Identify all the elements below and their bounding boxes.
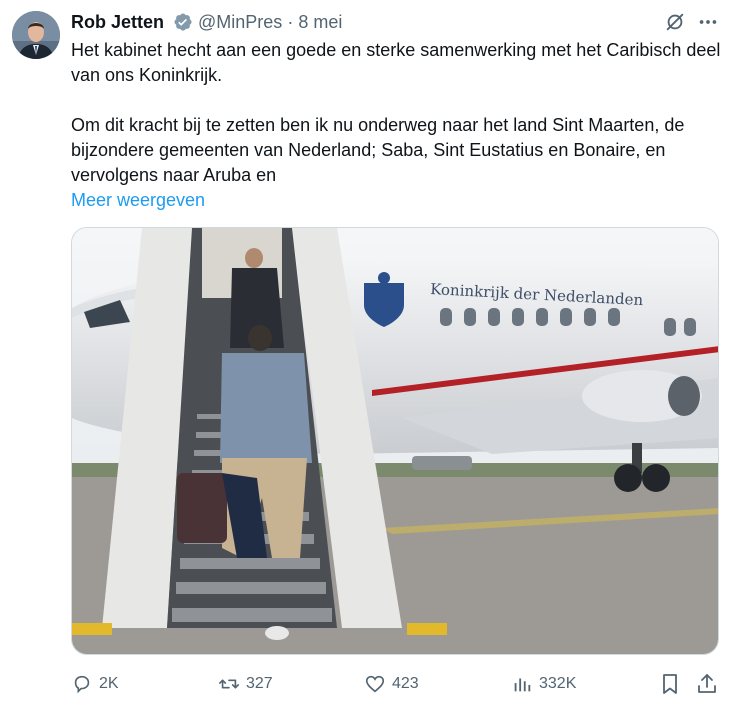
repost-count: 327 xyxy=(246,675,273,692)
show-more-link[interactable]: Meer weergeven xyxy=(71,188,205,212)
tweet-date[interactable]: 8 mei xyxy=(298,12,342,32)
author-handle[interactable]: @MinPres xyxy=(198,12,282,32)
meta-separator: · xyxy=(287,12,294,32)
repost-icon xyxy=(219,679,239,689)
like-button[interactable]: 423 xyxy=(364,672,419,696)
reply-icon xyxy=(74,675,90,694)
heart-icon xyxy=(365,675,385,693)
more-options-icon[interactable] xyxy=(697,11,719,33)
verified-badge-icon xyxy=(173,12,193,32)
reply-count: 2K xyxy=(99,675,119,692)
share-icon[interactable] xyxy=(695,672,719,696)
views-button[interactable]: 332K xyxy=(511,672,576,696)
bookmark-icon[interactable] xyxy=(658,672,682,696)
tweet-image[interactable]: Koninkrijk der Nederlanden xyxy=(71,227,719,655)
tweet-text: Het kabinet hecht aan een goede en sterk… xyxy=(71,40,721,185)
views-icon xyxy=(514,678,531,692)
profile-photo xyxy=(12,11,60,59)
reply-button[interactable]: 2K xyxy=(71,672,119,696)
author-name[interactable]: Rob Jetten xyxy=(71,11,164,33)
like-count: 423 xyxy=(392,675,419,692)
action-bar: 2K 327 423 332K xyxy=(71,672,721,696)
tweet-header: Rob Jetten @MinPres · 8 mei xyxy=(71,11,731,35)
grok-icon[interactable] xyxy=(664,11,686,33)
avatar[interactable] xyxy=(12,11,60,59)
airplane-boarding-photo: Koninkrijk der Nederlanden xyxy=(72,228,718,654)
repost-button[interactable]: 327 xyxy=(218,672,273,696)
author-meta: @MinPres · 8 mei xyxy=(198,11,342,33)
views-count: 332K xyxy=(539,675,577,692)
